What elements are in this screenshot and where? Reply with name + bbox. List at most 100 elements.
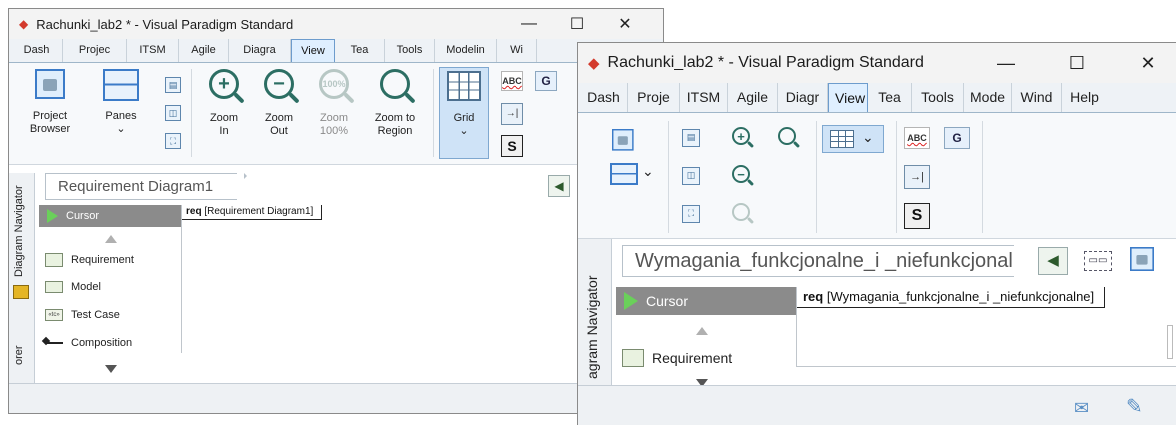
window-back: ◆ Rachunki_lab2 * - Visual Paradigm Stan… — [8, 8, 664, 414]
zoom-to-region-button[interactable]: Zoom to Region — [365, 69, 425, 138]
palette-item-requirement[interactable]: Requirement — [39, 253, 134, 267]
zoom-in-icon[interactable]: + — [732, 127, 750, 145]
maximize-button[interactable]: ☐ — [557, 9, 597, 39]
stacked-windows-icon[interactable]: ▤ — [682, 129, 700, 147]
canvas-scroll-handle[interactable] — [1167, 325, 1173, 359]
ribbon-view: Project Browser Panes ⌄ ▤ ◫ ⛶ + Zoom In … — [9, 63, 663, 165]
tab-dash[interactable]: Dash — [11, 39, 63, 62]
cursor-arrow-icon — [47, 209, 58, 223]
scroll-up-icon[interactable] — [105, 235, 117, 243]
tab-window[interactable]: Wind — [1012, 83, 1062, 112]
tab-diagram[interactable]: Diagr — [778, 83, 828, 112]
scroll-down-icon[interactable] — [105, 365, 117, 373]
diagram-canvas[interactable]: req [Wymagania_funkcjonalne_i _niefunkcj… — [796, 287, 1176, 367]
breadcrumb[interactable]: Wymagania_funkcjonalne_i _niefunkcjonaln — [622, 245, 1014, 277]
tab-itsm[interactable]: ITSM — [680, 83, 728, 112]
tab-agile[interactable]: Agile — [728, 83, 778, 112]
fit-to-window-icon[interactable]: ▭▭ — [1084, 251, 1112, 271]
requirement-icon — [45, 253, 63, 267]
grid-button[interactable]: Grid ⌄ — [441, 71, 487, 138]
spell-check-icon[interactable]: ABC — [904, 127, 930, 149]
fullscreen-icon[interactable]: ⛶ — [165, 133, 181, 149]
tab-team[interactable]: Tea — [335, 39, 385, 62]
cursor-tool[interactable]: Cursor — [616, 287, 796, 315]
panes-button[interactable]: Panes ⌄ — [93, 69, 149, 136]
maximize-button[interactable]: ☐ — [1054, 43, 1100, 83]
grid-dropdown[interactable]: ⌄ — [862, 129, 874, 146]
tab-window[interactable]: Wi — [497, 39, 537, 62]
app-logo-icon: ◆ — [588, 55, 600, 72]
explorer-tab[interactable]: orer — [13, 345, 25, 365]
glossary-icon[interactable]: G — [944, 127, 970, 149]
zoom-in-button[interactable]: + Zoom In — [199, 69, 249, 138]
ribbon-separator — [896, 121, 897, 233]
ribbon-tabs: Dash Proje ITSM Agile Diagr View Tea Too… — [578, 83, 1176, 113]
tab-project[interactable]: Projec — [63, 39, 127, 62]
minimize-button[interactable]: — — [983, 43, 1029, 83]
breadcrumb[interactable]: Requirement Diagram1 — [45, 173, 247, 200]
stacked-windows-icon[interactable]: ▤ — [165, 77, 181, 93]
palette-item-model[interactable]: Model — [39, 281, 101, 293]
project-browser-icon[interactable] — [1130, 247, 1154, 271]
diagram-navigator-strip: agram Navigator — [578, 239, 612, 389]
tab-itsm[interactable]: ITSM — [127, 39, 179, 62]
tile-windows-icon[interactable]: ◫ — [165, 105, 181, 121]
zoom-out-button[interactable]: − Zoom Out — [254, 69, 304, 138]
zoom-100-icon[interactable] — [732, 203, 750, 221]
glossary-icon[interactable]: G — [535, 71, 557, 91]
tab-help[interactable]: Help — [1062, 83, 1107, 112]
palette-item-requirement[interactable]: Requirement — [616, 349, 732, 367]
class-icon[interactable] — [13, 285, 29, 299]
tab-agile[interactable]: Agile — [179, 39, 229, 62]
minimize-button[interactable]: — — [509, 9, 549, 39]
spell-check-icon[interactable]: ABC — [501, 71, 523, 91]
align-right-icon[interactable]: →| — [501, 103, 523, 125]
tab-diagram[interactable]: Diagra — [229, 39, 291, 62]
requirement-icon — [622, 349, 644, 367]
tab-tools[interactable]: Tools — [385, 39, 435, 62]
test-case-icon: «tc» — [45, 309, 63, 321]
tab-tools[interactable]: Tools — [912, 83, 964, 112]
project-browser-icon — [35, 69, 65, 99]
cursor-tool[interactable]: Cursor — [39, 205, 181, 227]
project-browser-icon[interactable] — [612, 129, 634, 151]
close-button[interactable]: ✕ — [1125, 43, 1171, 83]
tab-modeling[interactable]: Mode — [964, 83, 1012, 112]
status-bar: ✉ ✎ — [578, 385, 1176, 425]
zoom-out-icon[interactable]: − — [732, 165, 750, 183]
window-title: Rachunki_lab2 * - Visual Paradigm Standa… — [607, 54, 924, 71]
tab-project[interactable]: Proje — [628, 83, 680, 112]
palette-item-composition[interactable]: Composition — [39, 337, 132, 349]
zoom-to-region-icon[interactable] — [778, 127, 796, 145]
tab-view[interactable]: View — [291, 39, 335, 62]
megaphone-icon[interactable]: ◀ — [548, 175, 570, 197]
diagram-palette: Cursor Requirement — [616, 287, 796, 397]
zoom-100-button[interactable]: 100% Zoom 100% — [309, 69, 359, 138]
zoom-100-icon: 100% — [319, 69, 349, 99]
panes-icon[interactable] — [610, 163, 638, 185]
tab-team[interactable]: Tea — [868, 83, 912, 112]
scroll-up-icon[interactable] — [696, 327, 708, 335]
project-browser-button[interactable]: Project Browser — [17, 69, 83, 136]
diagram-navigator-tab[interactable]: Diagram Navigator — [13, 185, 25, 277]
s-button[interactable]: S — [501, 135, 523, 157]
tab-dash[interactable]: Dash — [580, 83, 628, 112]
model-icon — [45, 281, 63, 293]
tab-modeling[interactable]: Modelin — [435, 39, 497, 62]
panes-dropdown[interactable]: ⌄ — [642, 163, 654, 180]
title-bar: ◆ Rachunki_lab2 * - Visual Paradigm Stan… — [578, 43, 1176, 83]
close-button[interactable]: ✕ — [605, 9, 645, 39]
window-title: Rachunki_lab2 * - Visual Paradigm Standa… — [36, 16, 294, 32]
tab-view[interactable]: View — [828, 83, 868, 112]
align-right-icon[interactable]: →| — [904, 165, 930, 189]
window-front: ◆ Rachunki_lab2 * - Visual Paradigm Stan… — [577, 42, 1176, 425]
diagram-navigator-tab[interactable]: agram Navigator — [584, 276, 600, 380]
panes-icon — [103, 69, 139, 101]
tile-windows-icon[interactable]: ◫ — [682, 167, 700, 185]
megaphone-icon[interactable]: ◀ — [1038, 247, 1068, 275]
s-button[interactable]: S — [904, 203, 930, 229]
fullscreen-icon[interactable]: ⛶ — [682, 205, 700, 223]
mail-icon[interactable]: ✉ — [1074, 398, 1089, 419]
edit-note-icon[interactable]: ✎ — [1126, 394, 1143, 419]
palette-item-test-case[interactable]: «tc» Test Case — [39, 309, 120, 321]
